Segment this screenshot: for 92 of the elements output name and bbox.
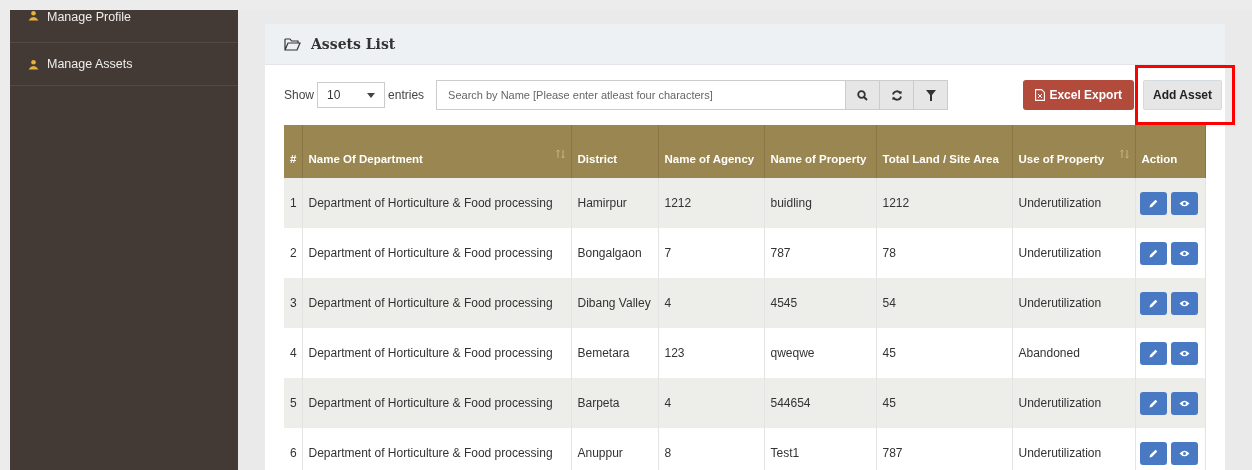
panel-title: Assets List (311, 36, 396, 52)
column-header[interactable]: Name of Agency (658, 125, 764, 178)
table-cell: 2 (284, 228, 302, 278)
table-cell: 4 (284, 328, 302, 378)
column-header[interactable]: Use of Property (1012, 125, 1135, 178)
file-icon (1035, 89, 1046, 101)
table-cell: Department of Horticulture & Food processing (302, 278, 571, 328)
table-cell: 6 (284, 428, 302, 470)
excel-export-button[interactable]: Excel Export (1023, 80, 1135, 110)
caret-icon (367, 92, 376, 98)
folder-icon (284, 37, 301, 51)
table-cell: 45 (876, 328, 1012, 378)
filter-icon (925, 89, 936, 101)
edit-button[interactable] (1139, 241, 1167, 265)
entries-label: entries (388, 88, 425, 102)
table-cell: 1212 (876, 178, 1012, 228)
column-header[interactable]: District (571, 125, 658, 178)
edit-button[interactable] (1139, 191, 1167, 215)
table-cell: qweqwe (764, 328, 876, 378)
table-cell: Hamirpur (571, 178, 658, 228)
table-cell: Barpeta (571, 378, 658, 428)
column-header[interactable]: Total Land / Site Area (876, 125, 1012, 178)
table-cell: Underutilization (1012, 228, 1135, 278)
table-cell: 787 (876, 428, 1012, 470)
eye-icon (1178, 449, 1190, 457)
table-cell: 54 (876, 278, 1012, 328)
column-header[interactable]: Name of Property (764, 125, 876, 178)
view-button[interactable] (1170, 441, 1198, 465)
user-icon (28, 10, 39, 21)
table-cell: Department of Horticulture & Food processing (302, 178, 571, 228)
edit-button[interactable] (1139, 341, 1167, 365)
table-cell: 3 (284, 278, 302, 328)
view-button[interactable] (1170, 241, 1198, 265)
view-button[interactable] (1170, 341, 1198, 365)
user-icon (28, 58, 39, 70)
show-label: Show (284, 88, 315, 102)
table-cell: 123 (658, 328, 764, 378)
view-button[interactable] (1170, 191, 1198, 215)
table-cell: Department of Horticulture & Food processing (302, 378, 571, 428)
table-cell: 45 (876, 378, 1012, 428)
view-button[interactable] (1170, 291, 1198, 315)
filter-button[interactable] (914, 80, 949, 110)
pencil-icon (1148, 398, 1158, 408)
table-cell: 5 (284, 378, 302, 428)
column-header[interactable]: Action (1135, 125, 1205, 178)
pencil-icon (1148, 198, 1158, 208)
search-field[interactable]: Search by Name [Please enter atleast four characters] (436, 80, 847, 110)
table-cell: Dibang Valley (571, 278, 658, 328)
pencil-icon (1148, 448, 1158, 458)
table-cell: 544654 (764, 378, 876, 428)
eye-icon (1178, 299, 1190, 307)
column-header[interactable]: Name Of Department (302, 125, 571, 178)
eye-icon (1178, 249, 1190, 257)
table-cell: 1212 (658, 178, 764, 228)
table-cell: Department of Horticulture & Food processing (302, 228, 571, 278)
edit-button[interactable] (1139, 391, 1167, 415)
add-asset-button[interactable]: Add Asset (1143, 80, 1222, 110)
table-cell: buidling (764, 178, 876, 228)
pencil-icon (1148, 248, 1158, 258)
pencil-icon (1148, 298, 1158, 308)
entries-select[interactable]: 10 (317, 82, 386, 108)
eye-icon (1178, 399, 1190, 407)
table-cell: Department of Horticulture & Food processing (302, 428, 571, 470)
search-icon (857, 89, 869, 101)
table-cell: Underutilization (1012, 178, 1135, 228)
edit-button[interactable] (1139, 441, 1167, 465)
edit-button[interactable] (1139, 291, 1167, 315)
eye-icon (1178, 199, 1190, 207)
table-cell: Department of Horticulture & Food processing (302, 328, 571, 378)
column-header[interactable]: # (284, 125, 302, 178)
refresh-icon (890, 89, 903, 101)
table-cell: Bemetara (571, 328, 658, 378)
table-cell: 7 (658, 228, 764, 278)
table-cell: 8 (658, 428, 764, 470)
table-cell: Anuppur (571, 428, 658, 470)
table-cell: 4545 (764, 278, 876, 328)
table-cell: Test1 (764, 428, 876, 470)
table-cell: Underutilization (1012, 278, 1135, 328)
table-cell: Abandoned (1012, 328, 1135, 378)
pencil-icon (1148, 348, 1158, 358)
search-button[interactable] (846, 80, 881, 110)
eye-icon (1178, 349, 1190, 357)
table-cell: 1 (284, 178, 302, 228)
table-cell: 787 (764, 228, 876, 278)
table-cell: 78 (876, 228, 1012, 278)
view-button[interactable] (1170, 391, 1198, 415)
refresh-button[interactable] (880, 80, 915, 110)
table-cell: 4 (658, 378, 764, 428)
table-cell: Underutilization (1012, 378, 1135, 428)
table-cell: 4 (658, 278, 764, 328)
table-cell: Bongalgaon (571, 228, 658, 278)
table-cell: Underutilization (1012, 428, 1135, 470)
